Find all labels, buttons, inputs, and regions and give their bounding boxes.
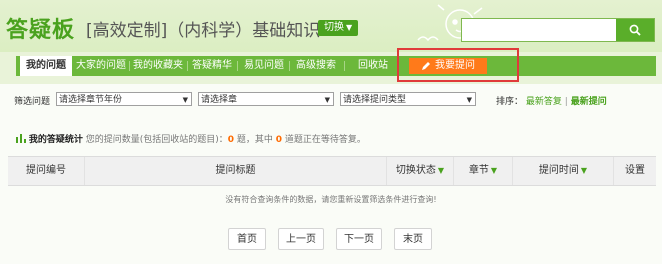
nav-divider	[237, 61, 238, 71]
nav-everyone-questions[interactable]: 大家的问题	[76, 56, 126, 76]
header-question-title: 提问标题	[85, 157, 387, 185]
dropdown-arrow-icon: ▼	[324, 96, 330, 104]
question-stats: 我的答疑统计 您的提问数量(包括回收站的题目)：0 题，其中 0 道题正在等待答…	[16, 132, 366, 145]
question-type-select[interactable]: 请选择提问类型 ▼	[340, 92, 476, 106]
header-switch-status[interactable]: 切换状态 ▼	[387, 157, 454, 185]
empty-table-message: 没有符合查询条件的数据，请您重新设置筛选条件进行查询!	[225, 195, 437, 204]
bar-chart-icon	[16, 134, 26, 143]
year-select[interactable]: 请选择章节年份 ▼	[56, 92, 192, 106]
dropdown-arrow-icon: ▼	[182, 96, 188, 104]
switch-button[interactable]: 切换 ▼	[318, 20, 359, 36]
header-question-id: 提问编号	[8, 157, 85, 185]
chapter-select[interactable]: 请选择章 ▼	[198, 92, 334, 106]
first-page-button[interactable]: 首页	[228, 228, 266, 250]
header-settings: 设置	[625, 165, 645, 176]
nav-my-favorites[interactable]: 我的收藏夹	[133, 56, 183, 76]
header-chapter[interactable]: 章节 ▼	[454, 157, 513, 185]
nav-advanced-search[interactable]: 高级搜索	[296, 56, 336, 76]
switch-label: 切换	[324, 22, 344, 33]
sort-label: 排序：	[496, 97, 524, 107]
question-type-select-value: 请选择提问类型	[343, 95, 407, 105]
sort-latest-reply[interactable]: 最新答复	[526, 97, 562, 107]
nav-divider	[344, 61, 345, 71]
stats-text-2: 题，其中	[234, 135, 276, 145]
nav-divider	[129, 61, 130, 71]
search-button[interactable]	[616, 19, 654, 41]
top-header: 答疑板 [高效定制]（内科学）基础知识 切换 ▼	[0, 0, 662, 52]
search-input[interactable]	[462, 19, 620, 39]
stats-text-3: 道题正在等待答复。	[282, 135, 366, 145]
last-page-button[interactable]: 末页	[394, 228, 432, 250]
ask-question-button[interactable]: 我要提问	[409, 58, 487, 74]
search-icon	[629, 24, 641, 36]
year-select-value: 请选择章节年份	[59, 95, 123, 105]
stats-text-1: 您的提问数量(包括回收站的题目)：	[85, 135, 228, 145]
page-title: [高效定制]（内科学）基础知识	[86, 21, 321, 41]
nav-qa-essentials[interactable]: 答疑精华	[192, 56, 232, 76]
caret-down-icon: ▼	[490, 166, 498, 175]
app-title: 答疑板	[6, 18, 76, 43]
nav-divider	[187, 61, 188, 71]
chapter-select-value: 请选择章	[201, 95, 238, 105]
nav-common-questions[interactable]: 易见问题	[244, 56, 284, 76]
filter-label: 筛选问题	[14, 97, 51, 107]
nav-divider	[289, 61, 290, 71]
prev-page-button[interactable]: 上一页	[278, 228, 324, 250]
next-page-button[interactable]: 下一页	[336, 228, 382, 250]
caret-down-icon: ▼	[437, 166, 445, 175]
nav-my-questions[interactable]: 我的问题	[20, 56, 72, 76]
main-nav: 我的问题 大家的问题 我的收藏夹 答疑精华 易见问题 高级搜索 回收站	[16, 56, 656, 76]
ask-question-label: 我要提问	[435, 60, 475, 71]
sort-separator: |	[564, 97, 568, 107]
stats-title: 我的答疑统计	[28, 135, 83, 145]
dropdown-arrow-icon: ▼	[466, 96, 472, 104]
pencil-icon	[422, 62, 430, 70]
caret-down-icon: ▼	[346, 23, 353, 32]
questions-table-header: 提问编号 提问标题 切换状态 ▼ 章节 ▼ 提问时间 ▼ 设置	[8, 156, 656, 186]
header-question-time[interactable]: 提问时间 ▼	[513, 157, 614, 185]
sort-options: 排序： 最新答复 | 最新提问	[496, 94, 607, 107]
sort-latest-question[interactable]: 最新提问	[571, 97, 607, 107]
nav-recycle-bin[interactable]: 回收站	[358, 56, 388, 76]
caret-down-icon: ▼	[580, 166, 588, 175]
content-panel: 筛选问题 请选择章节年份 ▼ 请选择章 ▼ 请选择提问类型 ▼ 排序： 最新答复 | …	[0, 84, 662, 264]
search-box	[461, 18, 655, 42]
